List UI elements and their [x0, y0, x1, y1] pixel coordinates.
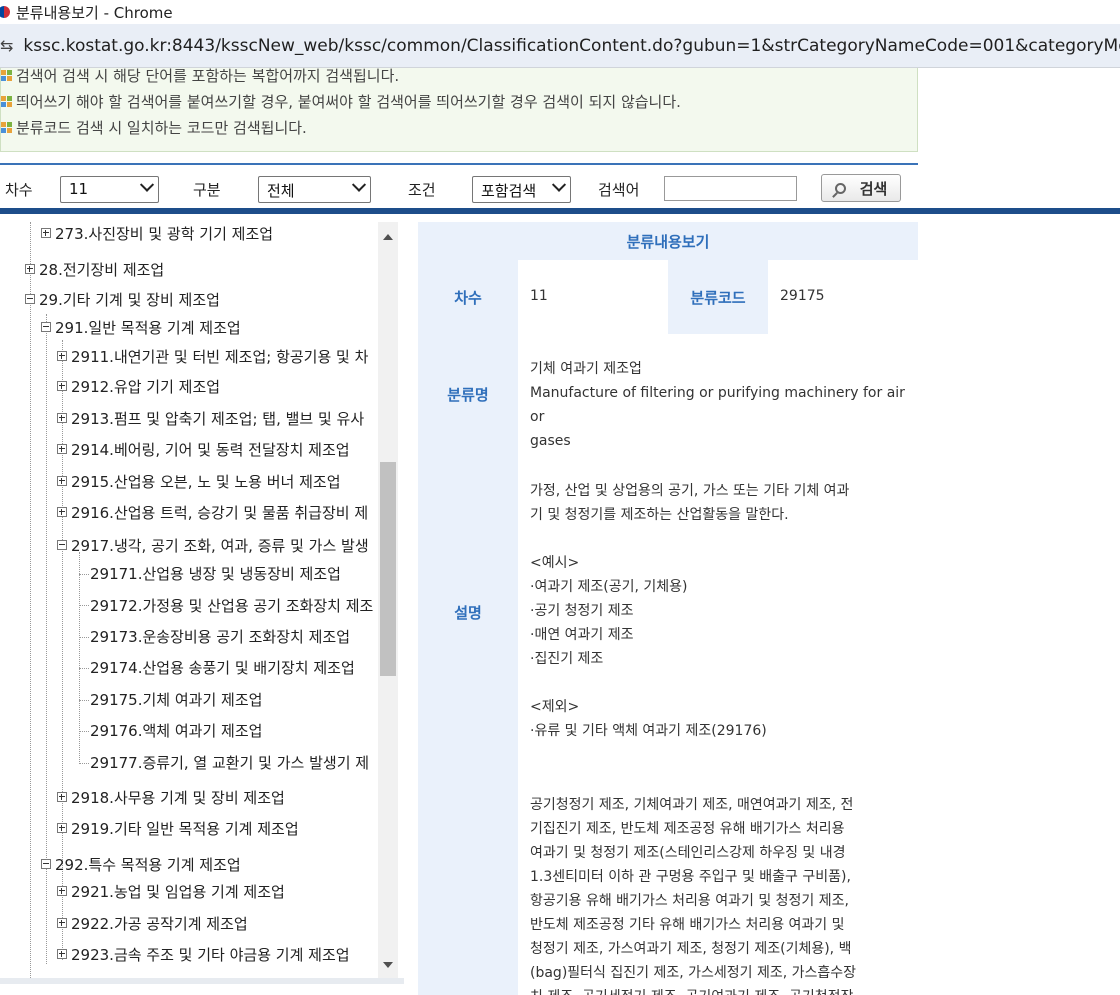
name-header: 분류명 [418, 334, 518, 454]
tree-node[interactable]: 2921.농업 및 임업용 기계 제조업 [57, 880, 285, 902]
collapse-icon[interactable] [25, 294, 35, 304]
divider-bar [0, 208, 1120, 214]
chevron-down-icon [551, 177, 567, 192]
index-header [418, 770, 518, 995]
description-value: 가정, 산업 및 상업용의 공기, 가스 또는 기타 기체 여과 기 및 청정기… [530, 483, 850, 739]
tree-leaf[interactable]: 29172.가정용 및 산업용 공기 조화장치 제조 [90, 594, 373, 616]
tree-scrollbar[interactable] [378, 222, 398, 978]
expand-icon[interactable] [57, 507, 67, 517]
condition-select[interactable]: 포함검색 [472, 176, 571, 203]
site-favicon-icon [0, 6, 10, 18]
tree-leaf[interactable]: 29171.산업용 냉장 및 냉동장비 제조업 [90, 562, 341, 584]
index-terms-value: 공기청정기 제조, 기체여과기 제조, 매연여과기 제조, 전 기집진기 제조,… [530, 797, 857, 995]
tree-node[interactable]: 2915.산업용 오븐, 노 및 노용 버너 제조업 [57, 470, 341, 492]
url-text[interactable]: kssc.kostat.go.kr:8443/ksscNew_web/kssc/… [23, 36, 1120, 56]
expand-icon[interactable] [57, 351, 67, 361]
help-line-1: 검색어 검색 시 해당 단어를 포함하는 복합어까지 검색됩니다. [1, 64, 399, 86]
gubun-label: 구분 [193, 181, 221, 199]
tree-leaf-selected[interactable]: 29175.기체 여과기 제조업 [90, 688, 262, 710]
search-help-box: 검색어 검색 시 해당 단어를 포함하는 복합어까지 검색됩니다. 띄어쓰기 해… [0, 67, 918, 152]
tree-leaf[interactable]: 29174.산업용 송풍기 및 배기장치 제조업 [90, 656, 355, 678]
chasu-value: 11 [530, 288, 548, 304]
tree-guide-line [79, 552, 80, 764]
expand-icon[interactable] [57, 918, 67, 928]
expand-icon[interactable] [57, 381, 67, 391]
keyword-label: 검색어 [598, 181, 640, 199]
tree-leaf[interactable]: 29177.증류기, 열 교환기 및 가스 발생기 제 [90, 751, 369, 773]
bullet-icon [1, 69, 12, 81]
bullet-icon [1, 121, 12, 133]
tree-node[interactable]: 2919.기타 일반 목적용 기계 제조업 [57, 817, 299, 839]
browser-title-bar: 분류내용보기 - Chrome [0, 0, 1120, 24]
tree-node[interactable]: 2912.유압 기기 제조업 [57, 375, 220, 397]
tree-node[interactable]: 2918.사무용 기계 및 장비 제조업 [57, 786, 285, 808]
window-title: 분류내용보기 - Chrome [16, 3, 173, 22]
collapse-icon[interactable] [41, 322, 51, 332]
expand-icon[interactable] [41, 228, 51, 238]
expand-icon[interactable] [57, 823, 67, 833]
tree-node[interactable]: 291.일반 목적용 기계 제조업 [41, 316, 241, 338]
help-line-2: 띄어쓰기 해야 할 검색어를 붙여쓰기할 경우, 붙여써야 할 검색어를 띄어쓰… [1, 90, 681, 112]
classification-tree[interactable]: 273.사진장비 및 광학 기기 제조업 28.전기장비 제조업 29.기타 기… [0, 222, 398, 978]
keyword-input[interactable] [664, 176, 797, 201]
tree-guide-line [79, 605, 89, 606]
gubun-select[interactable]: 전체 [258, 176, 371, 203]
chasu-header: 차수 [418, 260, 518, 334]
code-header: 분류코드 [668, 260, 768, 334]
expand-icon[interactable] [25, 264, 35, 274]
code-value: 29175 [780, 288, 825, 304]
chasu-select[interactable]: 11 [60, 176, 159, 203]
tree-guide-line [79, 637, 89, 638]
expand-icon[interactable] [57, 444, 67, 454]
tree-guide-line [79, 731, 89, 732]
scrollbar-thumb[interactable] [380, 462, 396, 676]
scroll-up-arrow-icon[interactable] [383, 234, 393, 240]
search-form: 차수 11 구분 전체 조건 포함검색 검색어 검색 [0, 163, 918, 209]
tree-guide-line [30, 222, 31, 978]
tree-guide-line [79, 763, 89, 764]
site-settings-icon[interactable]: ⇆ [0, 36, 13, 55]
expand-icon[interactable] [57, 886, 67, 896]
tree-node[interactable]: 28.전기장비 제조업 [25, 258, 164, 280]
tree-leaf[interactable]: 29173.운송장비용 공기 조화장치 제조업 [90, 625, 350, 647]
expand-icon[interactable] [57, 949, 67, 959]
tree-guide-line [79, 574, 89, 575]
expand-icon[interactable] [57, 476, 67, 486]
help-line-3: 분류코드 검색 시 일치하는 코드만 검색됩니다. [1, 116, 307, 138]
panel-header: 분류내용보기 [418, 222, 918, 260]
classification-detail-panel: 분류내용보기 차수 11 분류코드 29175 분류명 기체 여과기 제조업 M… [418, 222, 918, 995]
collapse-icon[interactable] [57, 540, 67, 550]
horizontal-scrollbar[interactable] [0, 978, 404, 984]
tree-node[interactable]: 273.사진장비 및 광학 기기 제조업 [41, 222, 273, 244]
tree-node[interactable]: 2913.펌프 및 압축기 제조업; 탭, 밸브 및 유사 [57, 407, 364, 429]
tree-node[interactable]: 2917.냉각, 공기 조화, 여과, 증류 및 가스 발생 [57, 534, 369, 556]
chevron-down-icon [139, 177, 155, 192]
search-icon [834, 182, 846, 194]
expand-icon[interactable] [57, 413, 67, 423]
tree-node[interactable]: 2916.산업용 트럭, 승강기 및 물품 취급장비 제 [57, 501, 368, 523]
tree-node[interactable]: 2923.금속 주조 및 기타 야금용 기계 제조업 [57, 943, 350, 965]
expand-icon[interactable] [57, 792, 67, 802]
description-header: 설명 [418, 454, 518, 770]
address-bar[interactable]: ⇆ kssc.kostat.go.kr:8443/ksscNew_web/kss… [0, 24, 1120, 68]
tree-guide-line [79, 668, 89, 669]
search-button[interactable]: 검색 [821, 174, 901, 202]
tree-node[interactable]: 2914.베어링, 기어 및 동력 전달장치 제조업 [57, 438, 350, 460]
tree-node[interactable]: 292.특수 목적용 기계 제조업 [41, 853, 241, 875]
chevron-down-icon [351, 177, 367, 192]
tree-node[interactable]: 2922.가공 공작기계 제조업 [57, 912, 248, 934]
collapse-icon[interactable] [41, 859, 51, 869]
chasu-label: 차수 [5, 181, 33, 199]
bullet-icon [1, 95, 12, 107]
tree-node[interactable]: 2911.내연기관 및 터빈 제조업; 항공기용 및 차 [57, 345, 368, 367]
tree-node[interactable]: 29.기타 기계 및 장비 제조업 [25, 288, 220, 310]
scroll-down-arrow-icon[interactable] [383, 962, 393, 968]
name-value: 기체 여과기 제조업 Manufacture of filtering or p… [530, 361, 905, 449]
tree-leaf[interactable]: 29176.액체 여과기 제조업 [90, 719, 262, 741]
tree-guide-line [79, 700, 89, 701]
condition-label: 조건 [408, 181, 436, 199]
